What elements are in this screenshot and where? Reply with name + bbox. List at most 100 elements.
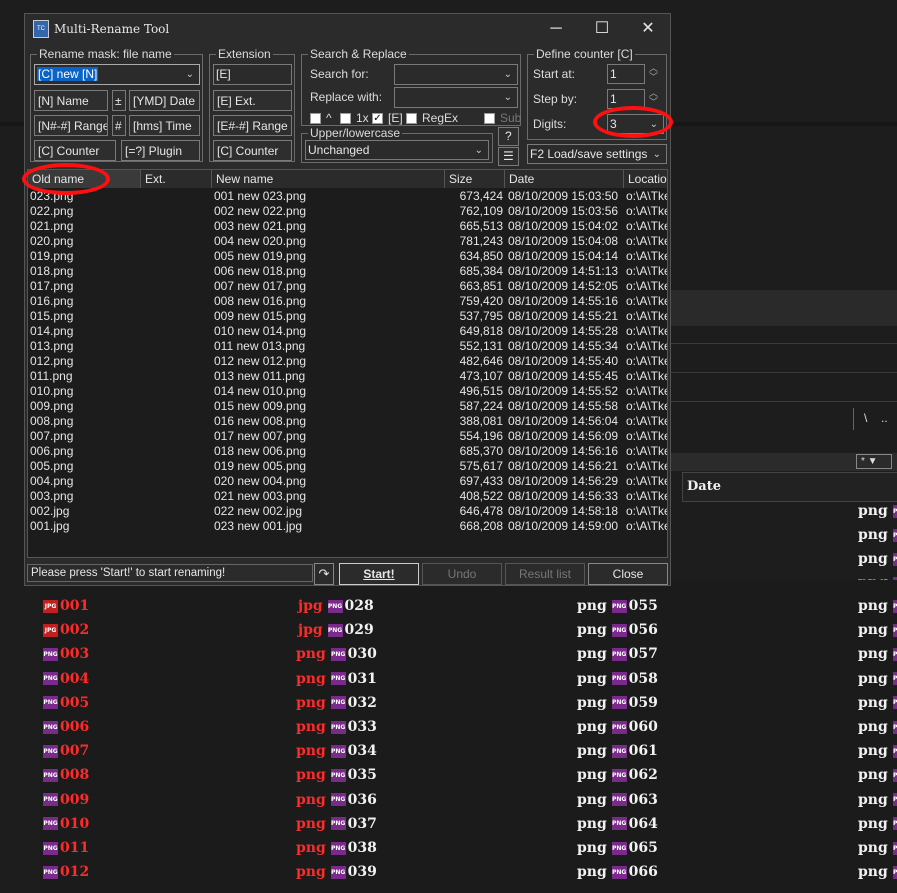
old-name-cell: 011.png	[30, 369, 73, 383]
col-date[interactable]: Date	[505, 170, 624, 188]
file-row[interactable]: 022.png 002 new 022.png 762,109 08/10/2009 …	[28, 204, 667, 219]
file-list[interactable]: Old name Ext. New name Size Date Locatio…	[27, 169, 668, 558]
load-save-settings-button[interactable]: F2 Load/save settings ⌄	[527, 144, 667, 164]
minimize-button[interactable]: ─	[533, 14, 579, 44]
file-row[interactable]: 002.jpg 022 new 002.jpg 646,478 08/10/2009 …	[28, 504, 667, 519]
step-by-spinner[interactable]: ︿ ﹀	[649, 89, 658, 107]
new-name-cell: 021 new 003.png	[214, 489, 307, 503]
title-bar[interactable]: TC Multi-Rename Tool ─ ☐ ✕	[25, 14, 670, 44]
col-ext[interactable]: Ext.	[141, 170, 212, 188]
extension-input[interactable]: [E]	[213, 64, 292, 85]
file-type-icon: PNG	[330, 647, 346, 661]
file-row[interactable]: 014.png 010 new 014.png 649,818 08/10/2009 …	[28, 324, 667, 339]
ext-checkbox[interactable]: ✓	[372, 113, 383, 124]
new-name-cell: 014 new 010.png	[214, 384, 307, 398]
path-root[interactable]: \	[864, 411, 867, 425]
bg-ext-col1: png PNG 035	[296, 767, 377, 784]
bg-name-col1: PNG 004	[43, 670, 90, 687]
right-date-column-header[interactable]: Date	[682, 472, 897, 502]
range-placeholder-button[interactable]: [N#-#] Range	[34, 115, 108, 136]
date-cell: 08/10/2009 14:52:05	[508, 279, 619, 293]
counter-placeholder-button[interactable]: [C] Counter	[34, 140, 116, 161]
regex-checkbox[interactable]	[406, 113, 417, 124]
file-row[interactable]: 004.png 020 new 004.png 697,433 08/10/2009 …	[28, 474, 667, 489]
file-type-icon: PNG	[892, 865, 897, 879]
date-placeholder-button[interactable]: [YMD] Date	[129, 90, 200, 111]
new-name-cell: 005 new 019.png	[214, 249, 307, 263]
file-row[interactable]: 003.png 021 new 003.png 408,522 08/10/2009 …	[28, 489, 667, 504]
undo-button[interactable]: Undo	[422, 563, 502, 585]
file-row[interactable]: 011.png 013 new 011.png 473,107 08/10/2009 …	[28, 369, 667, 384]
case-select[interactable]: Unchanged ⌄	[305, 140, 489, 160]
file-row[interactable]: 021.png 003 new 021.png 665,513 08/10/2009 …	[28, 219, 667, 234]
new-name-cell: 020 new 004.png	[214, 474, 307, 488]
file-row[interactable]: 019.png 005 new 019.png 634,850 08/10/2009 …	[28, 249, 667, 264]
col-location[interactable]: Location	[624, 170, 667, 188]
file-row[interactable]: 017.png 007 new 017.png 663,851 08/10/2009 …	[28, 279, 667, 294]
size-cell: 473,107	[459, 369, 503, 383]
maximize-button[interactable]: ☐	[579, 14, 625, 44]
date-cell: 08/10/2009 14:55:28	[508, 324, 619, 338]
file-row[interactable]: 016.png 008 new 016.png 759,420 08/10/2009 …	[28, 294, 667, 309]
subst-checkbox[interactable]	[484, 113, 495, 124]
file-type-icon: PNG	[611, 696, 627, 710]
refresh-icon[interactable]: ↷	[314, 563, 334, 585]
rename-mask-input[interactable]: [C] new [N] ⌄	[34, 64, 200, 85]
case-group: Upper/lowercase Unchanged ⌄	[301, 126, 493, 163]
file-row[interactable]: 008.png 016 new 008.png 388,081 08/10/2009 …	[28, 414, 668, 429]
file-row[interactable]: 012.png 012 new 012.png 482,646 08/10/2009 …	[28, 354, 667, 369]
file-row[interactable]: 015.png 009 new 015.png 537,795 08/10/2009 …	[28, 309, 667, 324]
case-menu-button[interactable]: ☰	[498, 147, 519, 166]
size-cell: 575,617	[459, 459, 503, 473]
date-cell: 08/10/2009 14:56:16	[508, 444, 619, 458]
bg-name-col1: JPG 002	[43, 622, 90, 639]
file-row[interactable]: 023.png 001 new 023.png 673,424 08/10/2009 …	[28, 189, 667, 204]
plus-minus-button[interactable]: ±	[112, 90, 126, 111]
close-window-button[interactable]: ✕	[625, 14, 671, 44]
file-row[interactable]: 020.png 004 new 020.png 781,243 08/10/2009 …	[28, 234, 667, 249]
caret-checkbox[interactable]	[310, 113, 321, 124]
file-type-icon: PNG	[611, 599, 627, 613]
date-cell: 08/10/2009 14:55:40	[508, 354, 619, 368]
once-checkbox[interactable]	[340, 113, 351, 124]
sort-dropdown[interactable]: * ▼	[856, 454, 892, 469]
file-row[interactable]: 005.png 019 new 005.png 575,617 08/10/2009 …	[28, 459, 667, 474]
file-row[interactable]: 013.png 011 new 013.png 552,131 08/10/2009 …	[28, 339, 667, 354]
old-name-cell: 020.png	[30, 234, 74, 248]
search-for-input[interactable]: ⌄	[394, 64, 518, 85]
col-size[interactable]: Size	[445, 170, 505, 188]
close-button[interactable]: Close	[588, 563, 668, 585]
start-at-input[interactable]: 1	[607, 64, 645, 84]
ext-placeholder-button[interactable]: [E] Ext.	[213, 90, 292, 111]
plugin-placeholder-button[interactable]: [=?] Plugin	[121, 140, 200, 161]
file-row[interactable]: 018.png 006 new 018.png 685,384 08/10/2009 …	[28, 264, 667, 279]
file-type-icon: PNG	[892, 793, 897, 807]
file-type-icon: JPG	[43, 623, 58, 637]
file-type-icon: PNG	[611, 623, 627, 637]
file-row[interactable]: 006.png 018 new 006.png 685,370 08/10/2009 …	[28, 444, 668, 459]
location-cell: o:\A\Tke	[626, 414, 668, 428]
file-row[interactable]: 001.jpg 023 new 001.jpg 668,208 08/10/2009 …	[28, 519, 667, 534]
ext-counter-button[interactable]: [C] Counter	[213, 140, 292, 161]
result-list-button[interactable]: Result list	[505, 563, 585, 585]
path-up[interactable]: ..	[881, 411, 888, 425]
file-row[interactable]: 009.png 015 new 009.png 587,224 08/10/2009 …	[28, 399, 667, 414]
bg-ext-col1: png PNG 039	[296, 864, 377, 881]
name-placeholder-button[interactable]: [N] Name	[34, 90, 108, 111]
ext-range-button[interactable]: [E#-#] Range	[213, 115, 292, 136]
col-new-name[interactable]: New name	[212, 170, 445, 188]
time-placeholder-button[interactable]: [hms] Time	[129, 115, 200, 136]
file-row[interactable]: 007.png 017 new 007.png 554,196 08/10/2009 …	[28, 429, 667, 444]
replace-with-input[interactable]: ⌄	[394, 87, 518, 108]
start-at-spinner[interactable]: ︿ ﹀	[649, 64, 658, 82]
hash-button[interactable]: #	[112, 115, 126, 136]
location-cell: o:\A\Tke	[626, 384, 668, 398]
help-button[interactable]: ?	[498, 127, 519, 146]
file-type-icon: PNG	[892, 696, 897, 710]
bg-ext-col1: png PNG 036	[296, 791, 377, 808]
start-button[interactable]: Start!	[339, 563, 419, 585]
file-row[interactable]: 010.png 014 new 010.png 496,515 08/10/2009 …	[28, 384, 668, 399]
date-cell: 08/10/2009 14:55:45	[508, 369, 619, 383]
date-cell: 08/10/2009 15:04:14	[508, 249, 619, 263]
location-cell: o:\A\Tke	[626, 444, 668, 458]
